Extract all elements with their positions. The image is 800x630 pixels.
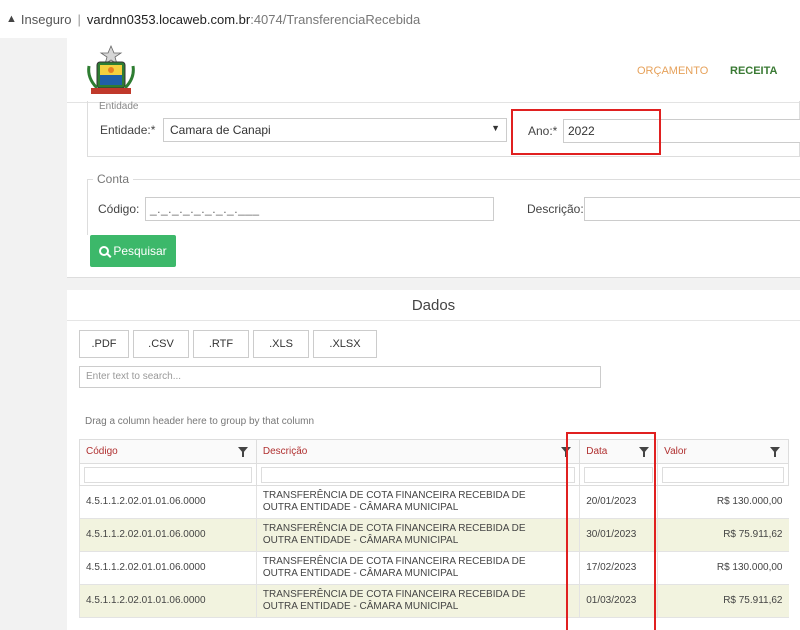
- column-label: Código: [86, 446, 118, 457]
- column-label: Valor: [664, 446, 687, 457]
- cell-codigo: 4.5.1.1.2.02.01.01.06.0000: [79, 518, 257, 552]
- cell-valor: R$ 75.911,62: [657, 584, 789, 618]
- data-panel: Dados .PDF .CSV .RTF .XLS .XLSX Enter te…: [67, 290, 800, 630]
- data-column-highlight-box: [566, 432, 656, 630]
- entidade-value: Camara de Canapi: [170, 123, 271, 137]
- warning-icon: ▲: [6, 13, 17, 25]
- export-xls-button[interactable]: .XLS: [253, 330, 309, 358]
- filter-input-descricao[interactable]: [260, 466, 576, 483]
- entidade-label: Entidade:*: [100, 123, 156, 137]
- municipal-crest-logo: [87, 44, 135, 94]
- descricao-line: TRANSFERÊNCIA DE COTA FINANCEIRA RECEBID…: [262, 556, 526, 567]
- cell-valor: R$ 75.911,62: [657, 518, 789, 552]
- codigo-input[interactable]: _._._._._._._._.___: [145, 197, 494, 221]
- url-host: vardnn0353.locaweb.com.br: [86, 11, 251, 27]
- data-panel-title: Dados: [411, 297, 456, 314]
- codigo-mask: _._._._._._._._.___: [150, 202, 260, 216]
- entidade-legend: Entidade: [99, 101, 139, 112]
- nav-orcamento[interactable]: ORÇAMENTO: [637, 65, 708, 77]
- export-toolbar: .PDF .CSV .RTF .XLS .XLSX: [79, 330, 381, 358]
- descricao-line: OUTRA ENTIDADE - CÂMARA MUNICIPAL: [262, 502, 459, 513]
- export-pdf-button[interactable]: .PDF: [79, 330, 129, 358]
- descricao-line: OUTRA ENTIDADE - CÂMARA MUNICIPAL: [262, 601, 459, 612]
- export-csv-button[interactable]: .CSV: [133, 330, 189, 358]
- search-button-label: Pesquisar: [113, 244, 167, 258]
- table-row[interactable]: 4.5.1.1.2.02.01.01.06.0000 TRANSFERÊNCIA…: [79, 485, 789, 519]
- descricao-line: TRANSFERÊNCIA DE COTA FINANCEIRA RECEBID…: [262, 490, 526, 501]
- cell-valor: R$ 130.000,00: [657, 551, 789, 585]
- descricao-input[interactable]: [584, 197, 800, 221]
- divider: [67, 320, 800, 321]
- column-header-descricao[interactable]: Descrição: [255, 439, 581, 464]
- table-row[interactable]: 4.5.1.1.2.02.01.01.06.0000 TRANSFERÊNCIA…: [79, 551, 789, 585]
- security-label: Inseguro: [20, 11, 72, 27]
- filter-input-valor[interactable]: [662, 466, 784, 483]
- cell-codigo: 4.5.1.1.2.02.01.01.06.0000: [79, 584, 257, 618]
- cell-codigo: 4.5.1.1.2.02.01.01.06.0000: [79, 551, 257, 585]
- grid-search-input[interactable]: Enter text to search...: [79, 366, 601, 388]
- column-header-codigo[interactable]: Código: [79, 439, 257, 464]
- dropdown-caret-icon: ▼: [491, 123, 500, 133]
- filter-icon[interactable]: [770, 447, 780, 457]
- table-row[interactable]: 4.5.1.1.2.02.01.01.06.0000 TRANSFERÊNCIA…: [79, 518, 789, 552]
- cell-descricao: TRANSFERÊNCIA DE COTA FINANCEIRA RECEBID…: [255, 584, 580, 618]
- cell-descricao: TRANSFERÊNCIA DE COTA FINANCEIRA RECEBID…: [255, 518, 580, 552]
- codigo-label: Código:: [98, 202, 140, 216]
- table-row[interactable]: 4.5.1.1.2.02.01.01.06.0000 TRANSFERÊNCIA…: [79, 584, 789, 618]
- browser-address-bar[interactable]: ▲ Inseguro | vardnn0353.locaweb.com.br :…: [0, 0, 800, 38]
- url-path: :4074/TransferenciaRecebida: [250, 11, 421, 27]
- export-xlsx-button[interactable]: .XLSX: [313, 330, 377, 358]
- ano-highlight-box: [511, 109, 661, 155]
- conta-legend: Conta: [93, 172, 134, 186]
- descricao-line: TRANSFERÊNCIA DE COTA FINANCEIRA RECEBID…: [262, 523, 526, 534]
- data-grid: Código Descrição Data Valor 4.5.1.1.2.02…: [79, 439, 789, 618]
- column-label: Descrição: [262, 446, 308, 457]
- filter-icon[interactable]: [237, 447, 248, 457]
- search-button[interactable]: Pesquisar: [90, 235, 176, 267]
- filter-input-codigo[interactable]: [84, 466, 252, 483]
- filter-row: [79, 463, 789, 486]
- cell-descricao: TRANSFERÊNCIA DE COTA FINANCEIRA RECEBID…: [255, 485, 580, 519]
- entidade-select[interactable]: Camara de Canapi ▼: [163, 118, 507, 142]
- nav-receita[interactable]: RECEITA: [730, 65, 777, 77]
- group-panel-hint[interactable]: Drag a column header here to group by th…: [85, 416, 314, 427]
- column-header-valor[interactable]: Valor: [657, 439, 789, 464]
- descricao-label: Descrição:: [527, 202, 584, 216]
- url-separator: |: [77, 11, 81, 27]
- site-header: ORÇAMENTO RECEITA: [67, 38, 800, 103]
- export-rtf-button[interactable]: .RTF: [193, 330, 249, 358]
- descricao-line: OUTRA ENTIDADE - CÂMARA MUNICIPAL: [262, 568, 459, 579]
- filter-panel: Entidade Entidade:* Camara de Canapi ▼ A…: [67, 101, 800, 278]
- search-icon: [99, 246, 110, 256]
- cell-descricao: TRANSFERÊNCIA DE COTA FINANCEIRA RECEBID…: [255, 551, 580, 585]
- cell-codigo: 4.5.1.1.2.02.01.01.06.0000: [79, 485, 257, 519]
- descricao-line: TRANSFERÊNCIA DE COTA FINANCEIRA RECEBID…: [262, 589, 526, 600]
- descricao-line: OUTRA ENTIDADE - CÂMARA MUNICIPAL: [262, 535, 459, 546]
- cell-valor: R$ 130.000,00: [657, 485, 789, 519]
